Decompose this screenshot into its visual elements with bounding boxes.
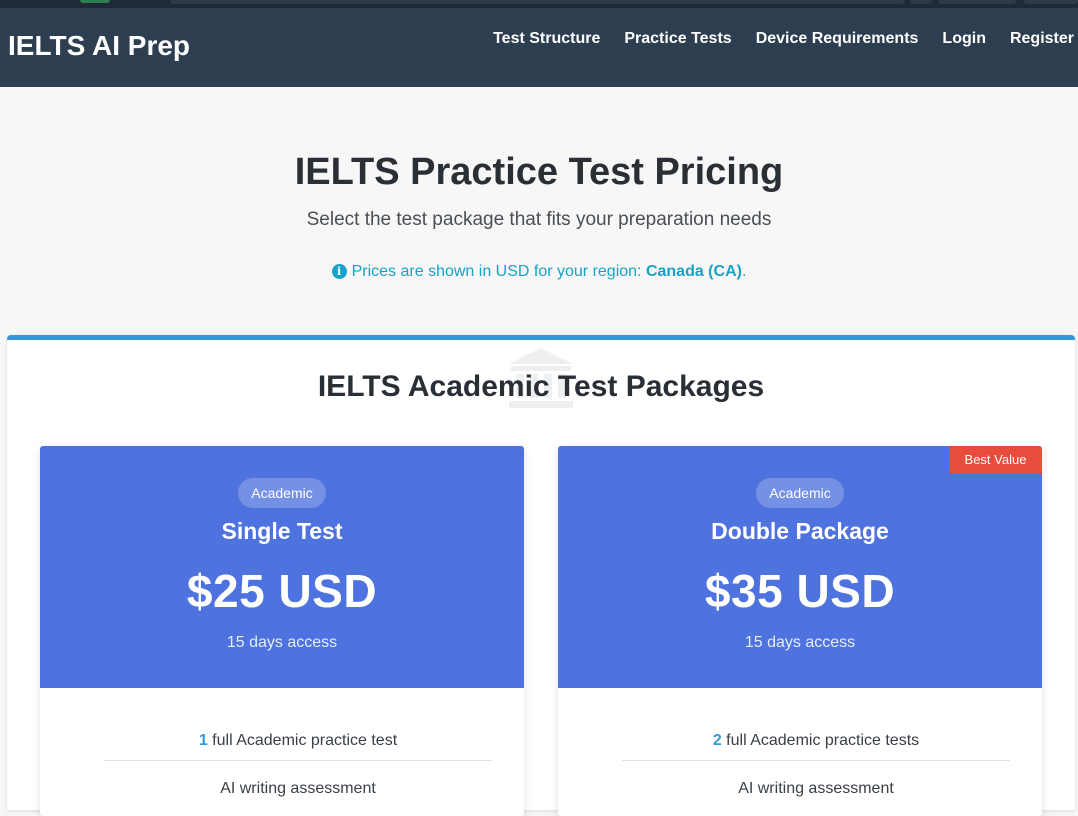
section-title: IELTS Academic Test Packages <box>317 370 765 403</box>
feature-item: AI writing assessment <box>738 780 894 797</box>
test-type-badge: Academic <box>756 478 844 508</box>
package-title: Double Package <box>711 518 889 544</box>
academic-packages-panel: IELTS Academic Test Packages Academic Si… <box>7 335 1075 816</box>
feature-text: full Academic practice tests <box>721 732 920 749</box>
test-type-badge: Academic <box>238 478 326 508</box>
browser-button <box>938 0 1016 4</box>
nav-link-register[interactable]: Register <box>1010 30 1074 48</box>
package-features: 1 full Academic practice test AI writing… <box>104 688 492 816</box>
region-notice-text: Prices are shown in USD for your region: <box>351 263 646 280</box>
region-name: Canada (CA) <box>645 263 742 280</box>
browser-button <box>910 0 932 4</box>
page-title: IELTS Practice Test Pricing <box>294 151 784 193</box>
nav-links: Test Structure Practice Tests Device Req… <box>493 30 1074 48</box>
browser-chrome-strip <box>0 0 1078 8</box>
package-card-header: Academic Single Test $25 USD 15 days acc… <box>40 446 524 688</box>
info-circle-icon: i <box>331 264 347 279</box>
package-card-header: Best Value Academic Double Package $35 U… <box>558 446 1042 688</box>
browser-tab-indicator <box>80 0 110 3</box>
package-features: 2 full Academic practice tests AI writin… <box>622 688 1010 816</box>
nav-link-login[interactable]: Login <box>942 30 986 48</box>
page-subtitle: Select the test package that fits your p… <box>306 209 772 230</box>
feature-item: 1 full Academic practice test <box>104 688 492 761</box>
package-access-duration: 15 days access <box>226 634 338 651</box>
best-value-ribbon: Best Value <box>949 446 1042 474</box>
nav-link-device-requirements[interactable]: Device Requirements <box>756 30 919 48</box>
package-price: $35 USD <box>704 565 896 617</box>
browser-button <box>1024 0 1078 4</box>
nav-link-test-structure[interactable]: Test Structure <box>493 30 600 48</box>
region-notice: i Prices are shown in USD for your region… <box>0 263 1078 281</box>
package-title: Single Test <box>221 518 343 544</box>
package-card-single: Academic Single Test $25 USD 15 days acc… <box>40 446 524 816</box>
feature-count: 1 <box>198 732 208 749</box>
feature-item: 2 full Academic practice tests <box>622 688 1010 761</box>
package-card-double: Best Value Academic Double Package $35 U… <box>558 446 1042 816</box>
browser-address-bar <box>170 0 905 4</box>
nav-link-practice-tests[interactable]: Practice Tests <box>624 30 731 48</box>
feature-count: 2 <box>712 732 722 749</box>
package-access-duration: 15 days access <box>744 634 856 651</box>
feature-item: AI writing assessment <box>220 780 376 797</box>
package-price: $25 USD <box>186 565 378 617</box>
region-notice-suffix: . <box>741 263 747 280</box>
brand-logo-link[interactable]: IELTS AI Prep <box>8 30 190 62</box>
feature-text: full Academic practice test <box>207 732 398 749</box>
top-navbar: IELTS AI Prep Test Structure Practice Te… <box>0 8 1078 87</box>
